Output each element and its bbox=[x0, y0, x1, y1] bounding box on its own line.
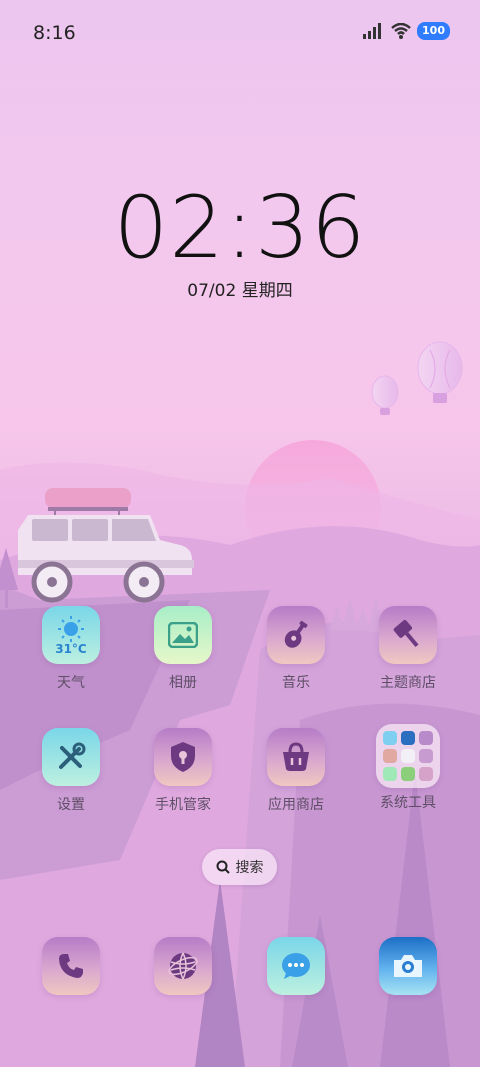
browser-icon bbox=[154, 937, 212, 995]
app-music[interactable]: 音乐 bbox=[251, 606, 341, 692]
app-app-store[interactable]: 应用商店 bbox=[251, 728, 341, 814]
app-label: 音乐 bbox=[282, 675, 310, 691]
app-gallery[interactable]: 相册 bbox=[138, 606, 228, 692]
app-label: 应用商店 bbox=[268, 797, 324, 813]
app-store-icon bbox=[267, 728, 325, 786]
app-label: 系统工具 bbox=[380, 795, 436, 811]
status-bar: 8:16 100 bbox=[0, 0, 480, 70]
status-time: 8:16 bbox=[33, 22, 76, 44]
wifi-icon bbox=[391, 23, 411, 39]
app-label: 相册 bbox=[169, 675, 197, 691]
app-settings[interactable]: 设置 bbox=[26, 728, 116, 814]
phone-icon bbox=[42, 937, 100, 995]
weather-temp: 31°C bbox=[55, 642, 87, 656]
app-label: 设置 bbox=[57, 797, 85, 813]
balloon-small bbox=[371, 375, 399, 415]
messages-icon bbox=[267, 937, 325, 995]
dock-browser[interactable] bbox=[138, 937, 228, 995]
search-icon bbox=[216, 860, 230, 874]
theme-store-icon bbox=[379, 606, 437, 664]
gallery-icon bbox=[154, 606, 212, 664]
search-button[interactable]: 搜索 bbox=[202, 849, 277, 885]
dock-phone[interactable] bbox=[26, 937, 116, 995]
battery-icon: 100 bbox=[417, 22, 450, 40]
status-icons: 100 bbox=[363, 22, 450, 40]
app-theme-store[interactable]: 主题商店 bbox=[363, 606, 453, 692]
app-weather[interactable]: 31°C 天气 bbox=[26, 606, 116, 692]
phone-manager-icon bbox=[154, 728, 212, 786]
weather-icon: 31°C bbox=[42, 606, 100, 664]
search-label: 搜索 bbox=[235, 860, 264, 876]
wallpaper bbox=[0, 341, 480, 1067]
app-label: 手机管家 bbox=[155, 797, 211, 813]
dock-messages[interactable] bbox=[251, 937, 341, 995]
app-label: 天气 bbox=[57, 675, 85, 691]
system-tools-folder-icon bbox=[376, 724, 440, 788]
app-system-tools-folder[interactable]: 系统工具 bbox=[363, 724, 453, 812]
music-icon bbox=[267, 606, 325, 664]
app-label: 主题商店 bbox=[380, 675, 436, 691]
clock-date[interactable]: 07/02 星期四 bbox=[0, 276, 480, 301]
camera-icon bbox=[379, 937, 437, 995]
settings-icon bbox=[42, 728, 100, 786]
signal-icon bbox=[363, 23, 382, 39]
balloon-large bbox=[417, 341, 463, 403]
app-phone-manager[interactable]: 手机管家 bbox=[138, 728, 228, 814]
clock-time[interactable]: 02:36 bbox=[0, 178, 480, 278]
dock-camera[interactable] bbox=[363, 937, 453, 995]
